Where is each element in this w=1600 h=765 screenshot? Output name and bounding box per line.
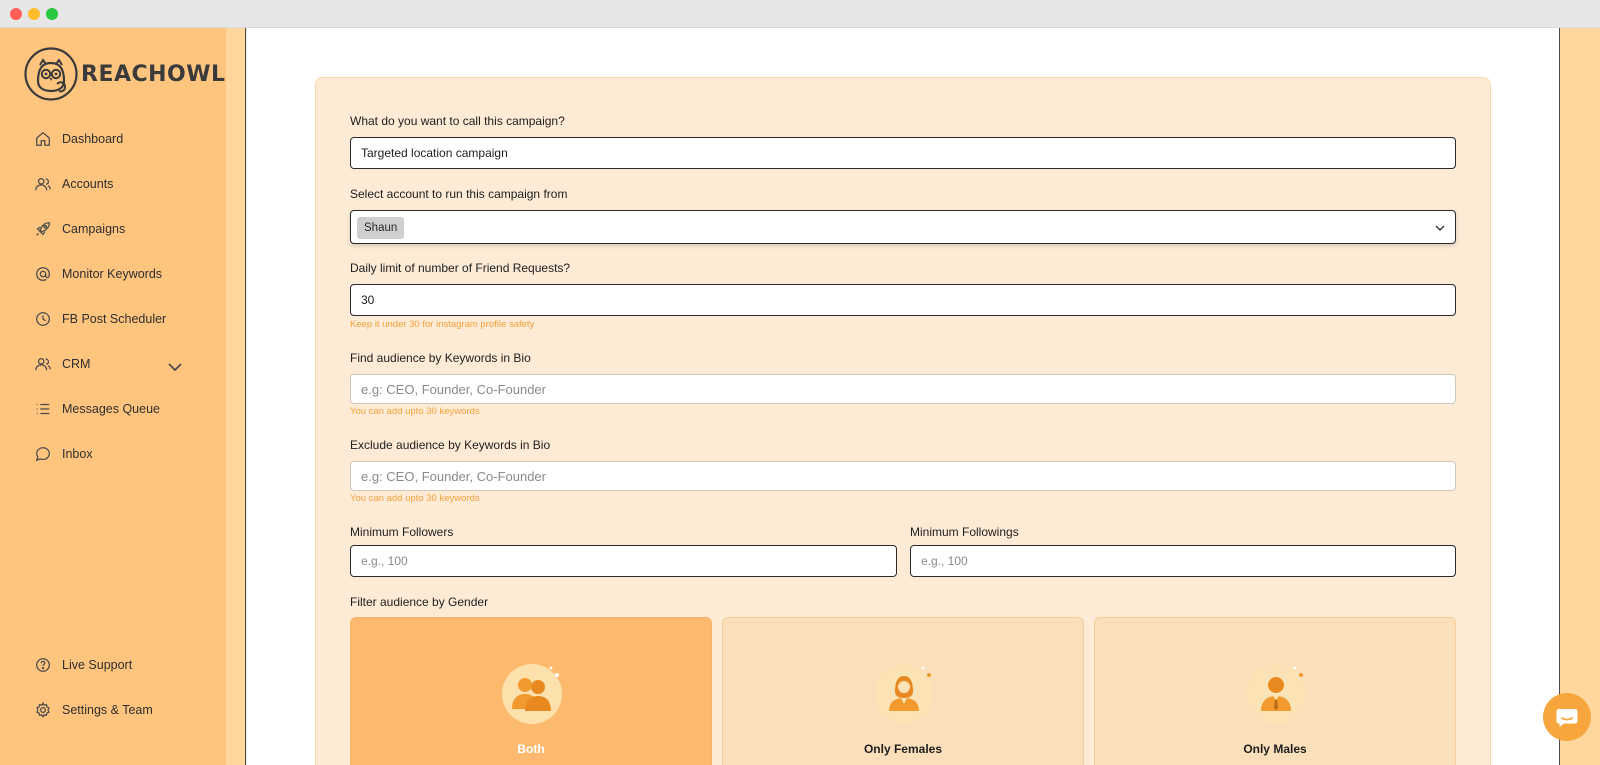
sidebar-item-label: FB Post Scheduler bbox=[62, 312, 167, 326]
selected-account-chip[interactable]: Shaun bbox=[357, 217, 405, 239]
users-icon bbox=[35, 357, 51, 371]
gender-option-only-males[interactable]: Only Males bbox=[1094, 617, 1456, 765]
brand-name: REACHOWL bbox=[81, 61, 226, 87]
sidebar-item-label: CRM bbox=[62, 357, 91, 371]
exclude-keywords-input[interactable]: e.g: CEO, Founder, Co-Founder bbox=[350, 461, 1456, 491]
chevron-down-icon[interactable] bbox=[1433, 221, 1447, 235]
chat-bubble-icon bbox=[35, 447, 50, 462]
min-followers-label: Minimum Followers bbox=[350, 525, 454, 539]
sidebar-item-dashboard[interactable]: Dashboard bbox=[34, 127, 194, 151]
female-icon bbox=[874, 664, 934, 724]
maximize-window-button[interactable] bbox=[46, 8, 58, 20]
owl-logo-icon bbox=[24, 47, 78, 101]
sidebar-item-label: Settings & Team bbox=[62, 703, 153, 717]
home-icon bbox=[36, 131, 50, 146]
daily-limit-label: Daily limit of number of Friend Requests… bbox=[350, 261, 571, 275]
sidebar-item-accounts[interactable]: Accounts bbox=[34, 172, 194, 196]
minimize-window-button[interactable] bbox=[28, 8, 40, 20]
sidebar-item-messages-queue[interactable]: Messages Queue bbox=[34, 397, 194, 421]
campaign-name-label: What do you want to call this campaign? bbox=[350, 114, 565, 128]
sidebar-item-label: Dashboard bbox=[62, 132, 124, 146]
sidebar-item-campaigns[interactable]: Campaigns bbox=[34, 217, 194, 241]
window-titlebar bbox=[0, 0, 1600, 28]
include-keywords-label: Find audience by Keywords in Bio bbox=[350, 351, 531, 365]
sidebar-item-label: Messages Queue bbox=[62, 402, 160, 416]
include-keywords-hint: You can add upto 30 keywords bbox=[350, 406, 480, 417]
rocket-icon bbox=[36, 222, 50, 236]
exclude-keywords-hint: You can add upto 30 keywords bbox=[350, 493, 480, 504]
daily-limit-input[interactable]: 30 bbox=[350, 284, 1456, 316]
gear-icon bbox=[36, 702, 50, 718]
clock-icon bbox=[36, 312, 50, 326]
campaign-name-input[interactable]: Targeted location campaign bbox=[350, 137, 1456, 169]
account-select[interactable]: Shaun bbox=[350, 210, 1456, 244]
sidebar-item-crm[interactable]: CRM bbox=[34, 352, 194, 376]
at-sign-icon bbox=[36, 267, 50, 281]
sidebar-item-label: Live Support bbox=[62, 658, 133, 672]
chat-bubble-icon bbox=[1556, 709, 1578, 727]
account-select-label: Select account to run this campaign from bbox=[350, 187, 568, 201]
sidebar-item-fb-post-scheduler[interactable]: FB Post Scheduler bbox=[34, 307, 194, 331]
content-right-gutter bbox=[1559, 28, 1600, 765]
content-left-gutter bbox=[226, 28, 246, 765]
exclude-keywords-label: Exclude audience by Keywords in Bio bbox=[350, 438, 551, 452]
sidebar-item-settings-team[interactable]: Settings & Team bbox=[34, 698, 194, 722]
gender-option-only-females[interactable]: Only Females bbox=[722, 617, 1084, 765]
brand-logo[interactable]: REACHOWL bbox=[24, 47, 226, 101]
help-circle-icon bbox=[36, 658, 50, 672]
sidebar-item-monitor-keywords[interactable]: Monitor Keywords bbox=[34, 262, 194, 286]
couple-icon bbox=[502, 664, 562, 724]
gender-option-label: Only Males bbox=[1243, 742, 1307, 756]
gender-option-label: Both bbox=[517, 742, 545, 756]
daily-limit-hint: Keep it under 30 for instagram profile s… bbox=[350, 319, 535, 330]
gender-option-both[interactable]: Both bbox=[350, 617, 712, 765]
sidebar-item-label: Monitor Keywords bbox=[62, 267, 163, 281]
min-followings-input[interactable]: e.g., 100 bbox=[910, 545, 1456, 577]
sidebar-item-live-support[interactable]: Live Support bbox=[34, 653, 194, 677]
close-window-button[interactable] bbox=[10, 8, 22, 20]
list-icon bbox=[36, 403, 50, 415]
sidebar-item-inbox[interactable]: Inbox bbox=[34, 442, 194, 466]
live-chat-button[interactable] bbox=[1543, 693, 1591, 741]
chevron-down-icon[interactable] bbox=[166, 358, 184, 376]
sidebar-item-label: Campaigns bbox=[62, 222, 126, 236]
sidebar-item-label: Accounts bbox=[62, 177, 114, 191]
min-followers-input[interactable]: e.g., 100 bbox=[350, 545, 897, 577]
gender-filter-label: Filter audience by Gender bbox=[350, 595, 489, 609]
min-followings-label: Minimum Followings bbox=[910, 525, 1019, 539]
users-icon bbox=[35, 177, 51, 191]
gender-option-label: Only Females bbox=[863, 742, 943, 756]
include-keywords-input[interactable]: e.g: CEO, Founder, Co-Founder bbox=[350, 374, 1456, 404]
male-icon bbox=[1246, 664, 1306, 724]
sidebar-item-label: Inbox bbox=[62, 447, 93, 461]
